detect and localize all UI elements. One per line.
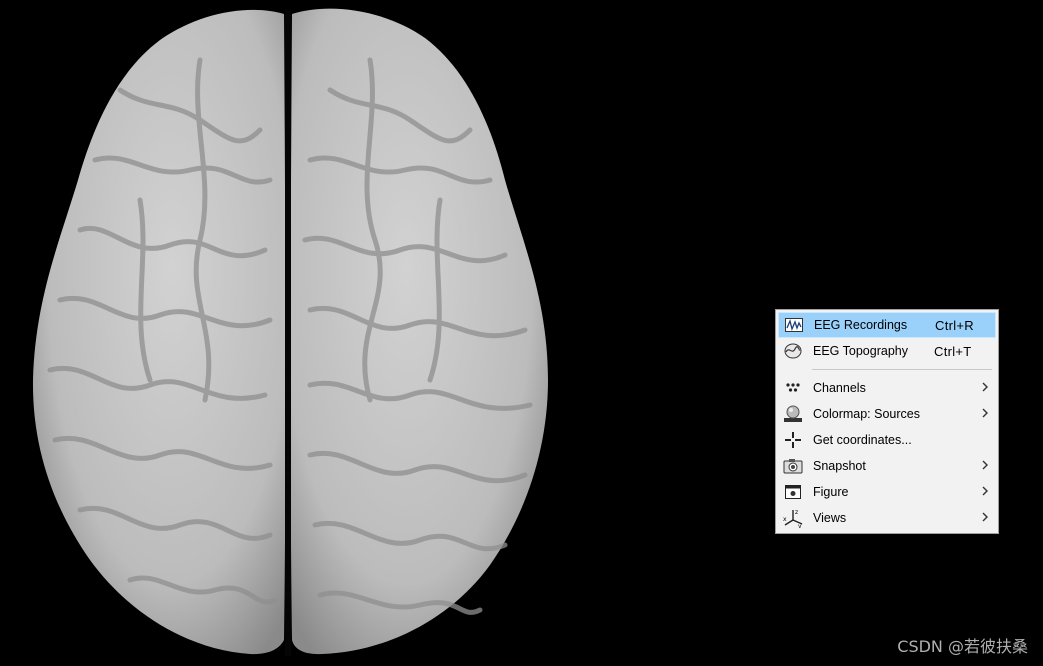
menu-item-eeg-topography[interactable]: EEG Topography Ctrl+T: [778, 338, 996, 364]
menu-item-snapshot[interactable]: Snapshot: [778, 453, 996, 479]
menu-item-colormap-sources[interactable]: Colormap: Sources: [778, 401, 996, 427]
shortcut-label: Ctrl+T: [934, 343, 972, 359]
svg-text:x: x: [783, 516, 787, 523]
menu-item-label: Channels: [813, 381, 866, 395]
menu-item-label: Colormap: Sources: [813, 407, 920, 421]
figure-icon: [779, 481, 807, 503]
chevron-right-icon: [982, 382, 988, 392]
shortcut-label: Ctrl+R: [935, 317, 974, 333]
chevron-right-icon: [982, 460, 988, 470]
menu-item-figure[interactable]: Figure: [778, 479, 996, 505]
menu-separator: [812, 369, 992, 370]
menu-item-get-coordinates[interactable]: Get coordinates...: [778, 427, 996, 453]
menu-item-label: Views: [813, 511, 847, 525]
menu-item-channels[interactable]: Channels: [778, 375, 996, 401]
svg-text:z: z: [795, 509, 798, 516]
menu-item-label: Figure: [813, 485, 849, 499]
menu-item-eeg-recordings[interactable]: EEG Recordings Ctrl+R: [778, 312, 996, 338]
chevron-right-icon: [982, 512, 988, 522]
eeg-topography-icon: [779, 340, 807, 362]
chevron-right-icon: [982, 486, 988, 496]
axes-icon: z x y: [779, 507, 807, 529]
menu-item-label: Snapshot: [813, 459, 866, 473]
watermark: CSDN @若彼扶桑: [897, 637, 1028, 656]
eeg-recordings-icon: [780, 314, 808, 336]
colormap-icon: [779, 403, 807, 425]
svg-text:y: y: [798, 523, 802, 528]
menu-item-label: Get coordinates...: [813, 433, 912, 447]
channels-icon: [779, 377, 807, 399]
right-hemisphere: [290, 8, 548, 655]
menu-item-views[interactable]: z x y Views: [778, 505, 996, 531]
context-menu: EEG Recordings Ctrl+R EEG Topography Ctr…: [775, 309, 999, 534]
camera-icon: [779, 455, 807, 477]
chevron-right-icon: [982, 408, 988, 418]
crosshair-icon: [779, 429, 807, 451]
